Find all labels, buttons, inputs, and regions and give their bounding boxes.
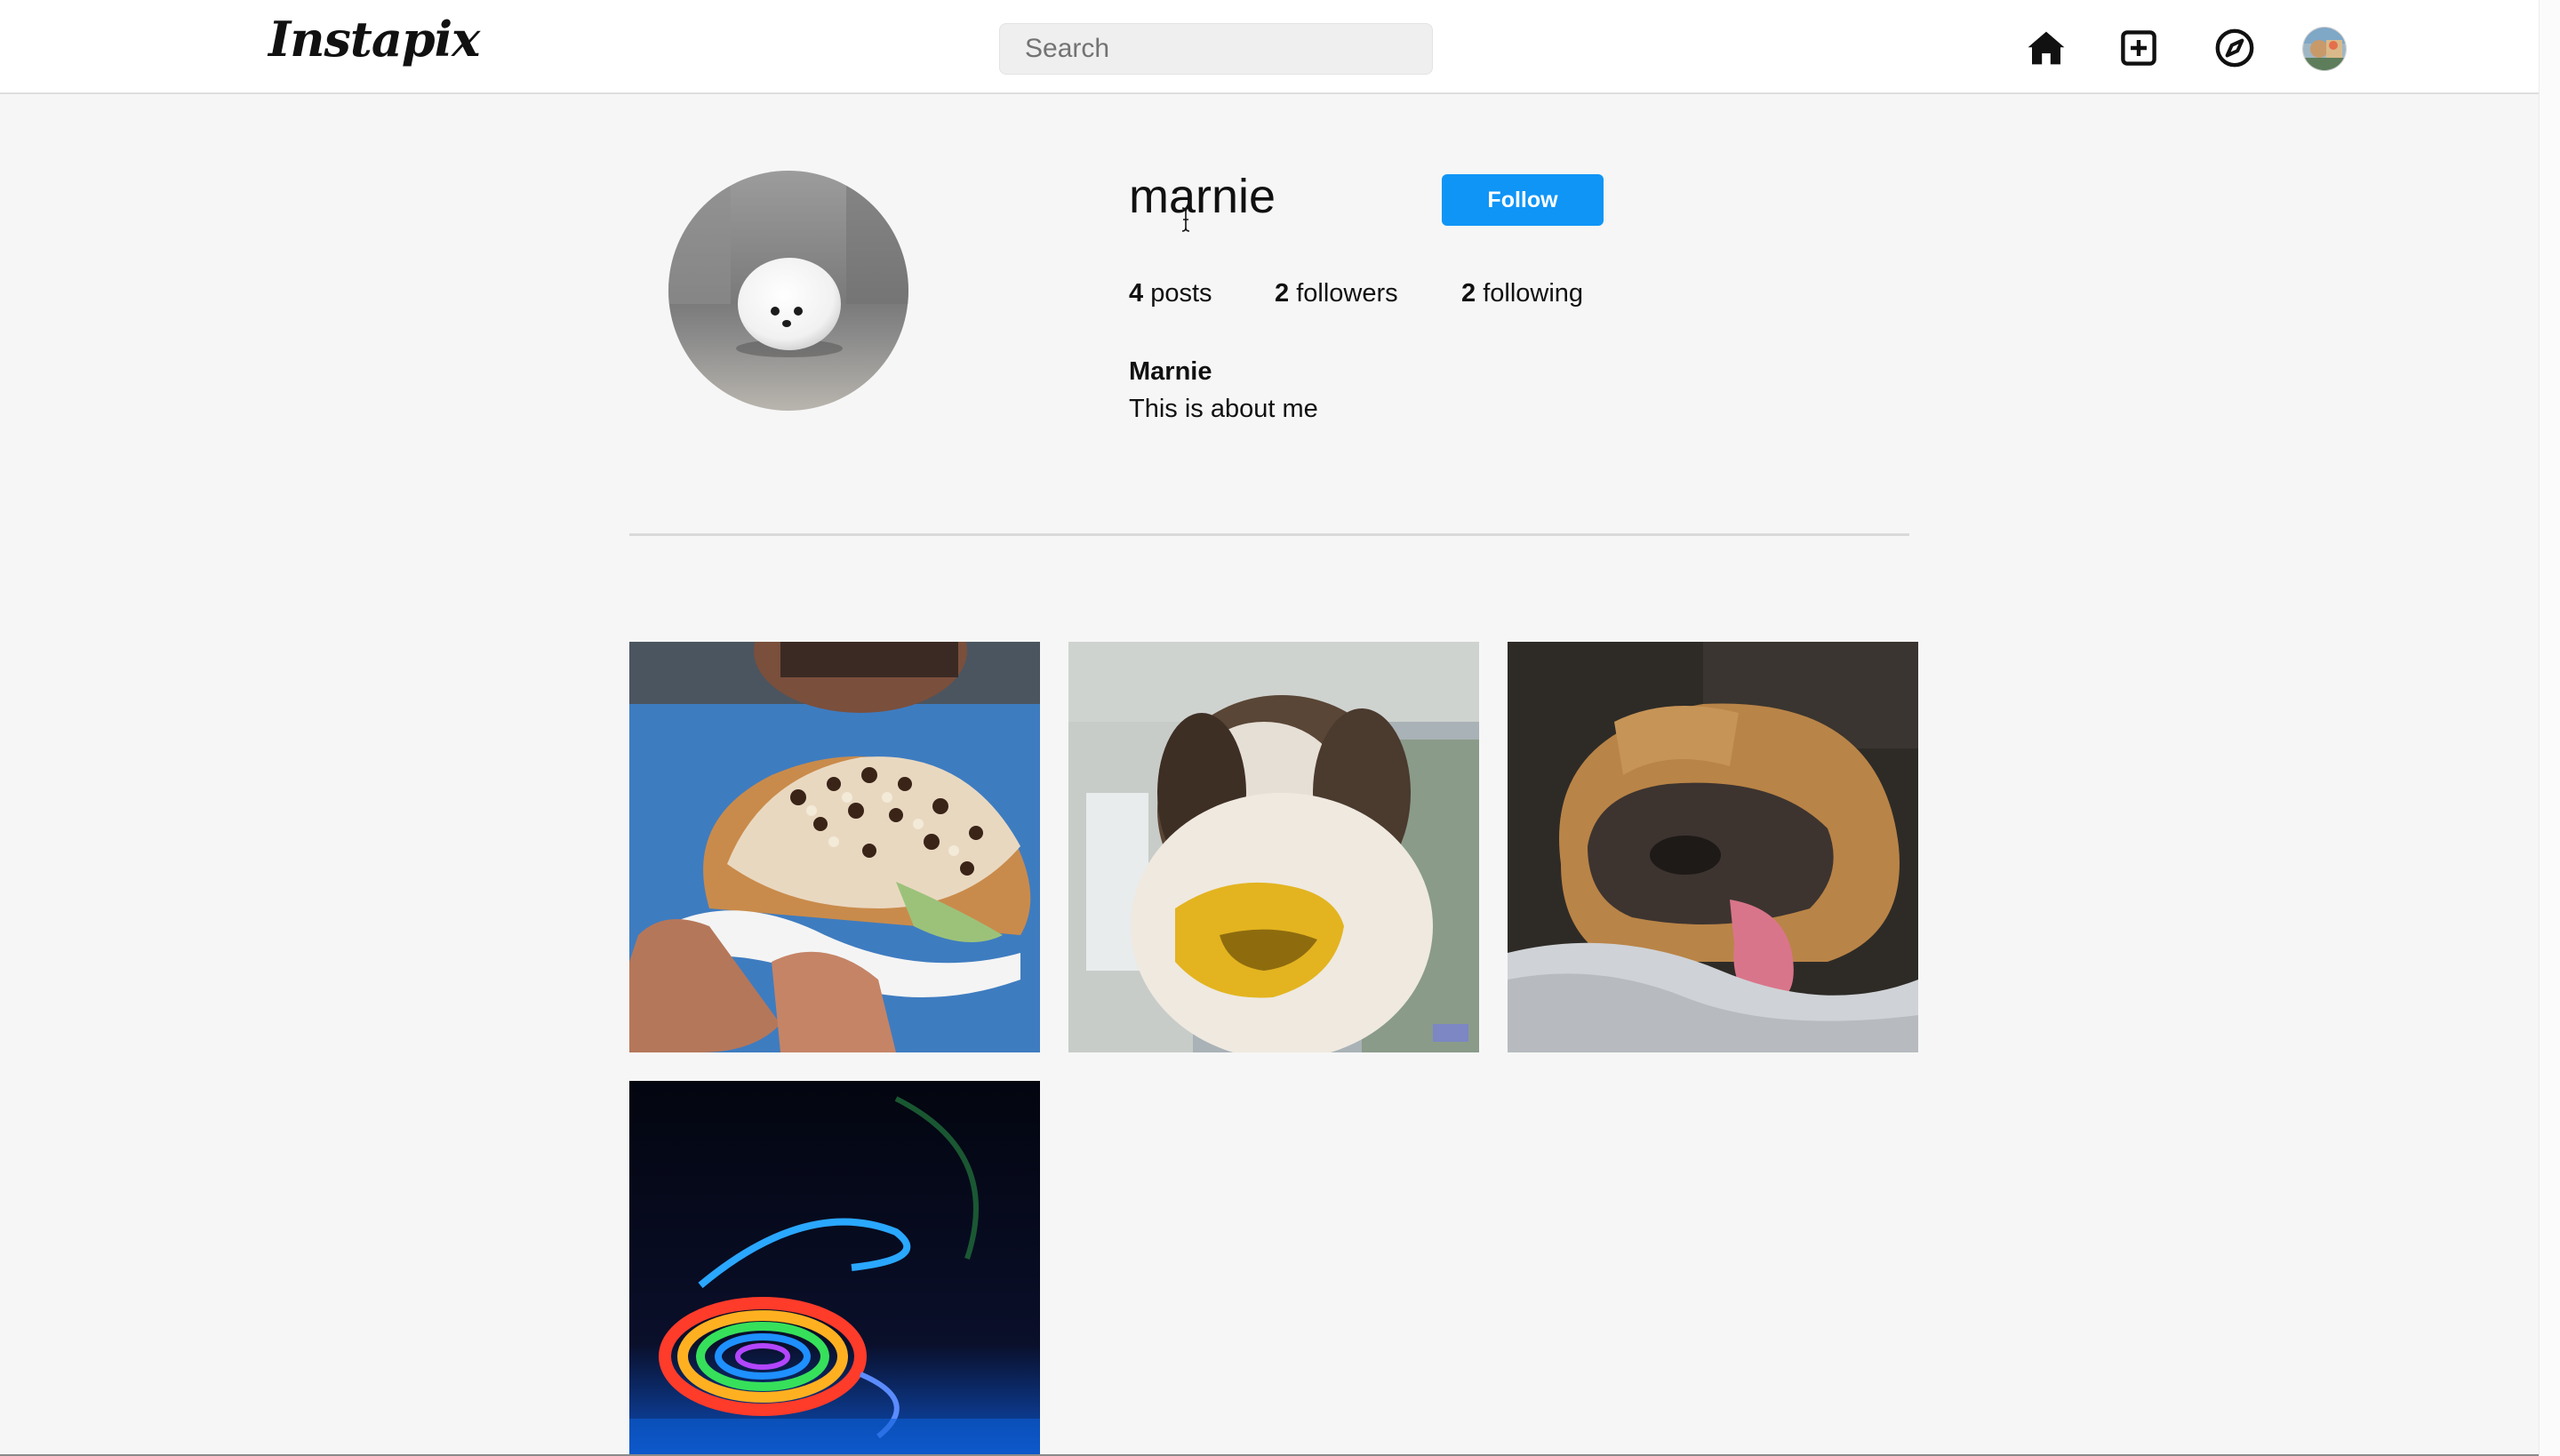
following-count-label: following bbox=[1476, 279, 1584, 308]
post-thumbnail[interactable] bbox=[1068, 642, 1479, 1052]
scrollbar[interactable] bbox=[2539, 0, 2560, 1456]
compass-icon[interactable] bbox=[2213, 27, 2256, 69]
post-thumbnail[interactable] bbox=[629, 642, 1040, 1052]
add-post-icon[interactable] bbox=[2117, 27, 2160, 69]
follow-button[interactable]: Follow bbox=[1442, 174, 1604, 226]
posts-count-value: 4 bbox=[1129, 279, 1144, 308]
text-cursor-icon bbox=[1181, 207, 1190, 232]
profile-username: marnie bbox=[1129, 170, 1276, 223]
followers-count[interactable]: 2 followers bbox=[1275, 279, 1398, 308]
posts-count: 4 posts bbox=[1129, 279, 1212, 308]
section-divider bbox=[629, 533, 1909, 536]
search-input[interactable] bbox=[999, 23, 1433, 75]
followers-count-label: followers bbox=[1289, 279, 1398, 308]
page: Instapix Search marnie Follow 4 posts 2 … bbox=[0, 0, 2540, 1456]
profile-bio: This is about me bbox=[1129, 395, 1318, 423]
instapix-logo[interactable]: Instapix bbox=[268, 11, 480, 68]
home-icon[interactable] bbox=[2025, 27, 2068, 69]
followers-count-value: 2 bbox=[1275, 279, 1290, 308]
following-count-value: 2 bbox=[1461, 279, 1476, 308]
profile-avatar bbox=[668, 171, 908, 411]
profile-full-name: Marnie bbox=[1129, 357, 1212, 386]
top-nav-bar: Instapix bbox=[0, 0, 2540, 94]
post-thumbnail[interactable] bbox=[629, 1081, 1040, 1456]
user-avatar[interactable] bbox=[2302, 27, 2347, 71]
posts-count-label: posts bbox=[1143, 279, 1212, 308]
post-thumbnail[interactable] bbox=[1508, 642, 1918, 1052]
following-count[interactable]: 2 following bbox=[1461, 279, 1583, 308]
